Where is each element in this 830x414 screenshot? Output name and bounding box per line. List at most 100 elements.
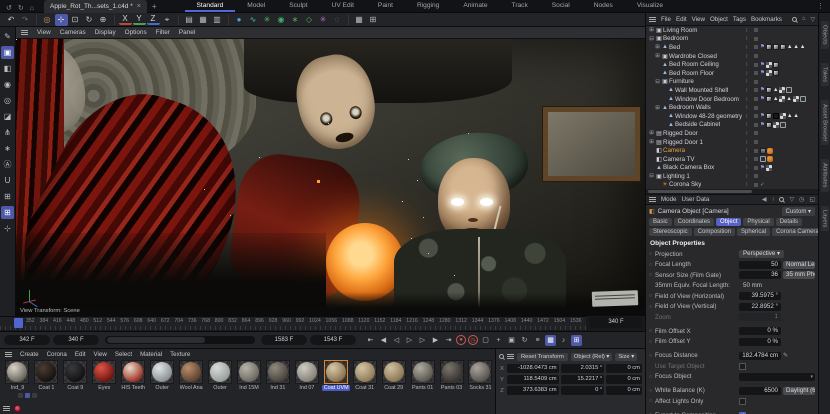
layer-chip[interactable] [754, 114, 758, 119]
home-icon[interactable]: ⌂ [30, 5, 34, 12]
visibility-dots[interactable]: ∶ [746, 87, 752, 94]
range-end-alt-field[interactable]: 1543 F [310, 335, 356, 345]
up-icon[interactable]: ↑ [771, 197, 774, 203]
property-field[interactable]: 0 % [739, 337, 781, 346]
overflow-menu-icon[interactable]: ⋮ [817, 2, 824, 10]
quantize-icon[interactable]: ⊹ [1, 222, 14, 235]
size-mode-dropdown[interactable]: Size ▾ [615, 352, 638, 361]
expander-icon[interactable]: ⊞ [648, 27, 655, 33]
object-menu-object[interactable]: Object [710, 16, 728, 23]
add-keyframe-icon[interactable]: + [493, 335, 504, 346]
u-tag-icon[interactable] [779, 87, 786, 94]
tab-corona-camera[interactable]: Corona Camera [772, 228, 823, 236]
layer-chip[interactable] [754, 28, 758, 33]
tree-row[interactable]: ⊟ ▣ Lighting 1 ∶ [646, 172, 818, 181]
deformer-icon[interactable]: ∗ [289, 14, 302, 26]
coordinate-system-icon[interactable]: ⌖ [161, 14, 174, 26]
options-icon[interactable]: ≡ [532, 335, 543, 346]
f-tag-icon[interactable]: ⚑ [760, 87, 765, 93]
visibility-dots[interactable]: ∶ [746, 53, 752, 60]
property-field[interactable]: 22.8952 ° [739, 302, 781, 311]
tab-basic[interactable]: Basic [649, 218, 672, 226]
tab-coordinates[interactable]: Coordinates [673, 218, 715, 226]
workspace-tab-sculpt[interactable]: Sculpt [277, 0, 319, 12]
layer-chip[interactable] [754, 174, 758, 179]
object-menu-tags[interactable]: Tags [733, 16, 746, 23]
material-item[interactable]: Ind 07 [292, 360, 321, 391]
workspace-tab-animate[interactable]: Animate [451, 0, 499, 12]
primitive-cube-icon[interactable]: ● [233, 14, 246, 26]
t-tag-icon[interactable] [772, 70, 779, 77]
hamburger-icon[interactable] [3, 406, 10, 411]
visibility-dots[interactable]: ∶ [746, 173, 752, 180]
rotate-tool-icon[interactable]: ↻ [83, 14, 96, 26]
pen-tool-icon[interactable]: ✎ [1, 30, 14, 43]
expander-icon[interactable]: ⊞ [654, 53, 661, 59]
viewport-menu-filter[interactable]: Filter [156, 29, 170, 36]
material-item[interactable]: Ind_9 [3, 360, 32, 391]
f-tag-icon[interactable]: ⚑ [760, 44, 765, 50]
layer-chip[interactable] [754, 157, 758, 162]
spline-pen-icon[interactable]: ∿ [247, 14, 260, 26]
viewport-menu-display[interactable]: Display [95, 29, 116, 36]
workspace-tab-rigging[interactable]: Rigging [405, 0, 451, 12]
tree-row[interactable]: ⊞ ▤ Rigged Door ∶ [646, 129, 818, 138]
tree-row[interactable]: ☀ Corona Sky ∶ ✓ [646, 181, 818, 189]
layer-chip[interactable] [754, 148, 758, 153]
tree-row[interactable]: ▲ Wall Mounted Shelf ∶ ⚑ ▲ [646, 86, 818, 95]
autokey-icon[interactable]: ◷ [468, 335, 478, 345]
tree-row[interactable]: ▲ Bed Room Ceiling ∶ ⚑ [646, 60, 818, 69]
layer-chip[interactable] [754, 182, 758, 187]
r-tag-icon[interactable]: ▲ [787, 113, 792, 119]
last-used-tool-icon[interactable]: ⊕ [97, 14, 110, 26]
material-item[interactable]: Socks 31 [466, 360, 495, 391]
scale-tool-icon[interactable]: ⊡ [69, 14, 82, 26]
visibility-dots[interactable]: ∶ [746, 121, 752, 128]
f-tag-icon[interactable]: ⚑ [760, 96, 765, 102]
search-icon[interactable] [499, 354, 504, 359]
redo-icon[interactable]: ↷ [19, 14, 32, 26]
r-tag-icon[interactable]: ▲ [773, 96, 778, 102]
dock-tab-layers[interactable]: Layers [820, 205, 829, 232]
attribute-menu-mode[interactable]: Mode [661, 196, 676, 203]
expander-icon[interactable]: ⊞ [648, 130, 655, 136]
workspace-tab-visualize[interactable]: Visualize [625, 0, 675, 12]
workplane-icon[interactable]: ⊞ [367, 14, 380, 26]
material-item[interactable]: Outer [148, 360, 177, 391]
layer-chip[interactable] [754, 122, 758, 127]
t-tag-icon[interactable] [765, 44, 772, 51]
r-tag-icon[interactable]: ▲ [787, 44, 792, 50]
x-tag-icon[interactable] [760, 147, 766, 154]
material-item[interactable]: Coat 29 [379, 360, 408, 391]
render-view-icon[interactable]: ▤ [183, 14, 196, 26]
expander-icon[interactable]: ⊟ [654, 79, 661, 85]
move-tool-icon[interactable]: ⊹ [54, 13, 68, 26]
property-dropdown[interactable]: Perspective ▾ [739, 250, 785, 258]
current-frame-field[interactable]: 340 F [590, 317, 642, 328]
material-item[interactable]: Coat 31 [350, 360, 379, 391]
visibility-dots[interactable]: ∶ [746, 164, 752, 171]
next-key-icon[interactable]: ▶ [430, 335, 441, 346]
key-selection-icon[interactable]: ▣ [506, 335, 517, 346]
f-tag-icon[interactable]: ⚑ [760, 122, 765, 128]
rotation-field[interactable]: 0 ° [560, 386, 605, 395]
p-tag-icon[interactable] [786, 87, 793, 94]
property-field[interactable]: 36 [739, 271, 781, 279]
t-tag-icon[interactable] [772, 44, 779, 51]
material-item[interactable]: Outer [206, 360, 235, 391]
position-field[interactable]: 373.6383 cm [506, 386, 559, 395]
preset-button[interactable]: 35 mm Photo (36.0 mm) [783, 271, 815, 279]
t-tag-icon[interactable] [765, 87, 772, 94]
tree-row[interactable]: ⊟ ▣ Furniture ∶ [646, 78, 818, 87]
f-tag-icon[interactable]: ⚑ [760, 165, 765, 171]
size-field[interactable]: 0 cm [606, 364, 643, 373]
expander-icon[interactable]: ⊟ [648, 36, 655, 42]
material-menu-texture[interactable]: Texture [170, 351, 190, 358]
r-tag-icon[interactable]: ▲ [793, 44, 798, 50]
redo-history-icon[interactable]: ↻ [18, 5, 24, 12]
tree-row[interactable]: ▲ Bedside Cabinet ∶ ⚑ [646, 121, 818, 130]
visibility-dots[interactable]: ∶ [746, 70, 752, 77]
fields-icon[interactable]: ◌ [331, 14, 344, 26]
layer-chip[interactable] [754, 131, 758, 136]
visibility-dots[interactable]: ∶ [746, 139, 752, 146]
